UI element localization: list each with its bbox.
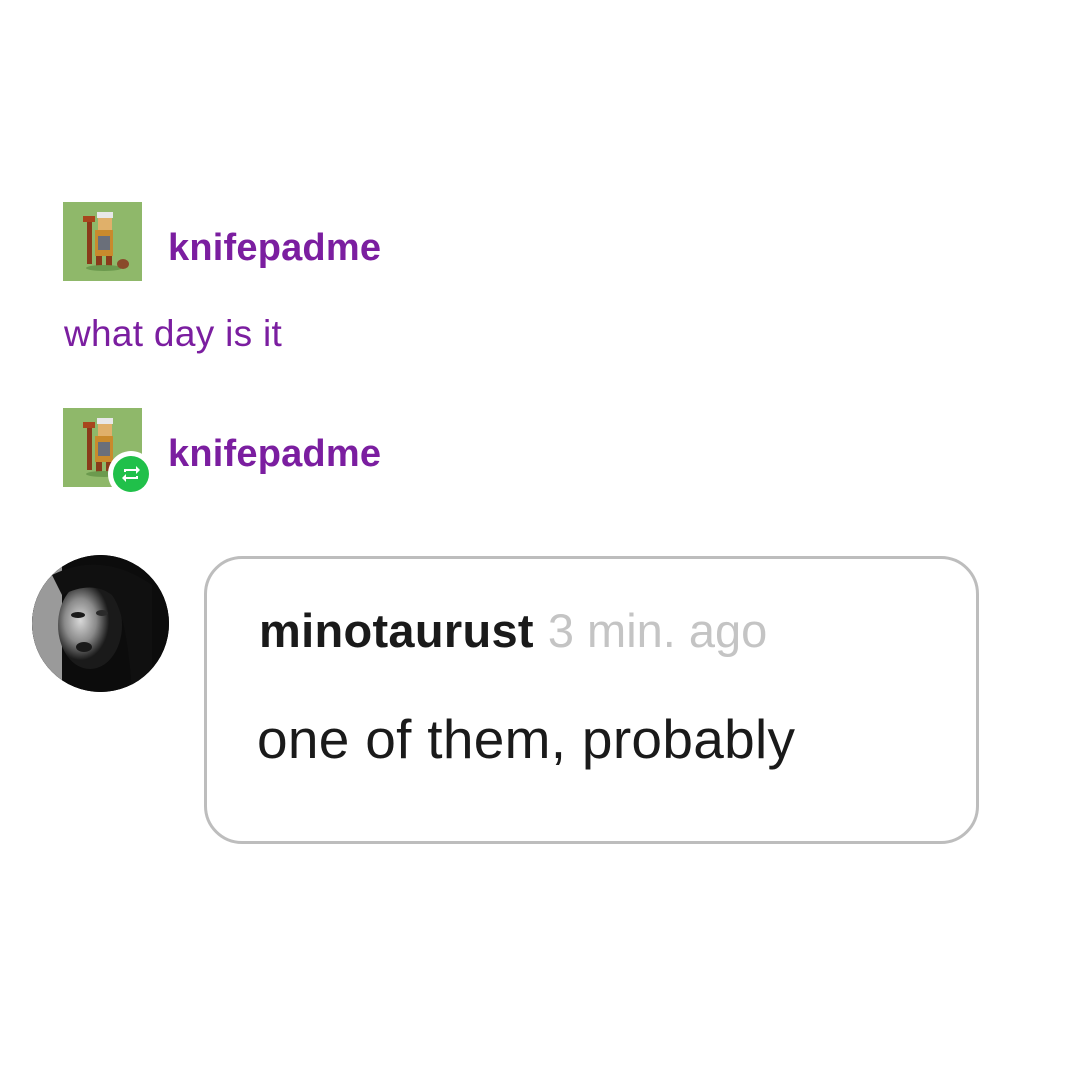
pixel-art-avatar-icon	[63, 202, 142, 281]
user-avatar[interactable]	[63, 202, 142, 281]
post-text: what day is it	[64, 313, 283, 354]
portrait-avatar-icon	[32, 555, 169, 692]
commenter-avatar[interactable]	[32, 555, 169, 692]
reblog-icon	[122, 466, 140, 482]
reblog-username[interactable]: knifepadme	[168, 435, 381, 473]
comment-author[interactable]: minotaurust	[259, 604, 534, 657]
reblog-badge	[108, 451, 154, 497]
comment-timestamp: 3 min. ago	[547, 604, 768, 657]
comment-text: one of them, probably	[257, 708, 796, 770]
comment-bubble: minotaurust 3 min. ago one of them, proba…	[204, 556, 979, 844]
post-username[interactable]: knifepadme	[168, 229, 381, 267]
comment-header: minotaurust 3 min. ago	[259, 603, 767, 658]
